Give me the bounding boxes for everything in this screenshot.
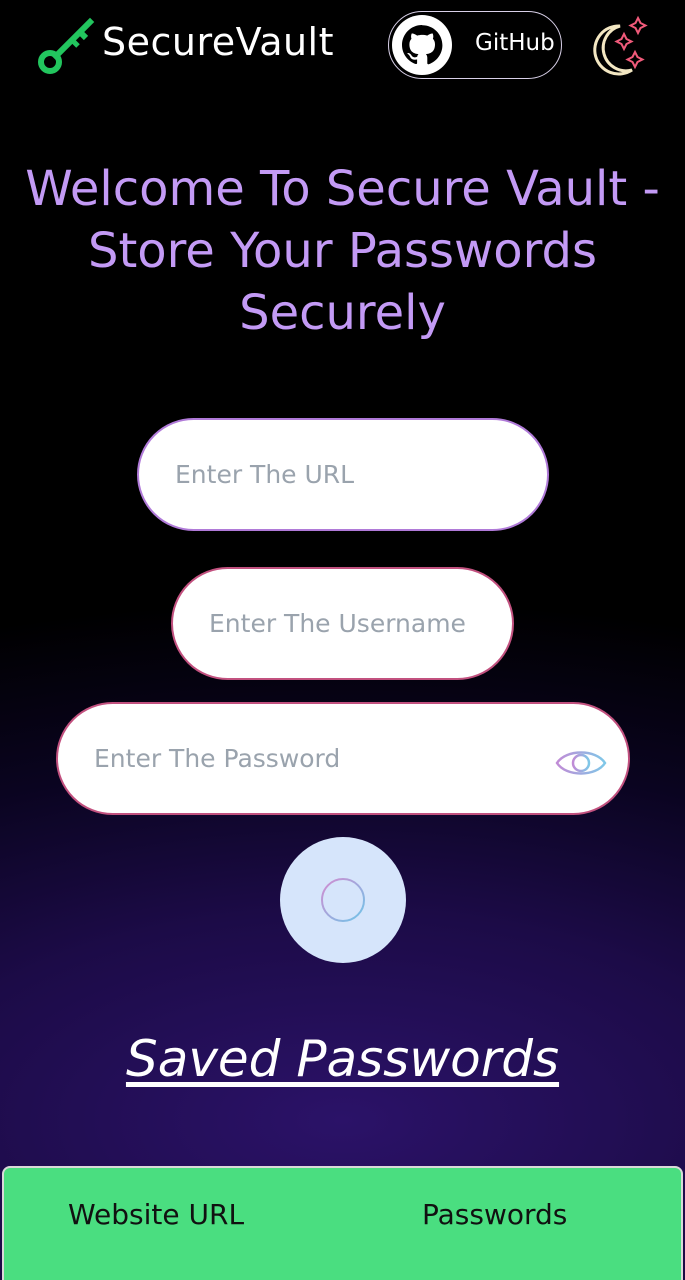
saved-passwords-heading: Saved Passwords (125, 1030, 560, 1088)
column-header-website-url: Website URL (68, 1198, 245, 1231)
eye-icon[interactable] (554, 745, 608, 781)
moon-stars-icon[interactable] (586, 14, 652, 80)
github-link-button[interactable]: GitHub (388, 11, 562, 79)
github-icon (392, 15, 452, 75)
github-label: GitHub (475, 30, 555, 56)
welcome-heading: Welcome To Secure Vault - Store Your Pas… (25, 161, 660, 341)
url-input[interactable] (137, 418, 549, 531)
plus-circle-icon (321, 878, 365, 922)
username-input[interactable] (171, 567, 514, 680)
key-icon (38, 17, 95, 74)
passwords-table-header: Website URL Passwords (2, 1166, 683, 1280)
column-header-passwords: Passwords (422, 1198, 568, 1231)
password-input[interactable] (56, 702, 630, 815)
brand-title: SecureVault (102, 20, 335, 64)
add-password-button[interactable] (280, 837, 406, 963)
top-navbar: SecureVault GitHub (0, 0, 685, 92)
